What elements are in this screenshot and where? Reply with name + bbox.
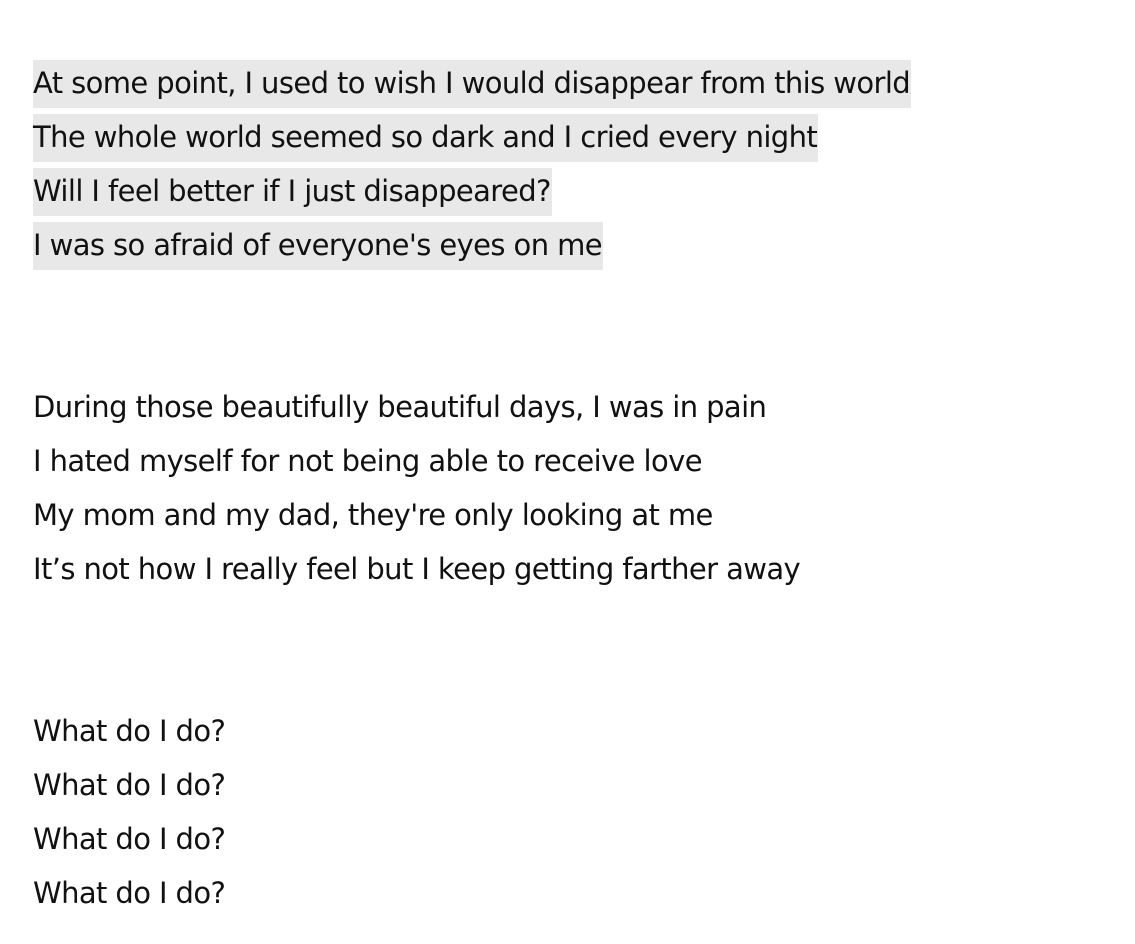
lyric-line-text: During those beautifully beautiful days,…	[33, 390, 767, 424]
lyric-line-text: I was so afraid of everyone's eyes on me	[33, 222, 603, 270]
lyric-line: My mom and my dad, they're only looking …	[33, 488, 1113, 542]
lyric-line: What do I do?	[33, 704, 1113, 758]
lyrics-document: At some point, I used to wish I would di…	[33, 56, 1113, 920]
lyric-line: During those beautifully beautiful days,…	[33, 380, 1113, 434]
lyric-line[interactable]: At some point, I used to wish I would di…	[33, 56, 1113, 110]
lyric-line: What do I do?	[33, 812, 1113, 866]
lyric-line[interactable]: Will I feel better if I just disappeared…	[33, 164, 1113, 218]
lyric-line-text: What do I do?	[33, 714, 226, 748]
lyric-line-text: I hated myself for not being able to rec…	[33, 444, 703, 478]
lyric-line-text: Will I feel better if I just disappeared…	[33, 168, 552, 216]
stanza-1: At some point, I used to wish I would di…	[33, 56, 1113, 272]
lyric-line-text: What do I do?	[33, 768, 226, 802]
lyric-line: I hated myself for not being able to rec…	[33, 434, 1113, 488]
lyric-line[interactable]: The whole world seemed so dark and I cri…	[33, 110, 1113, 164]
lyric-line-text: It’s not how I really feel but I keep ge…	[33, 552, 801, 586]
lyric-line[interactable]: I was so afraid of everyone's eyes on me	[33, 218, 1113, 272]
lyric-line-text: At some point, I used to wish I would di…	[33, 60, 912, 108]
lyric-line-text: My mom and my dad, they're only looking …	[33, 498, 713, 532]
lyric-line-text: The whole world seemed so dark and I cri…	[33, 114, 819, 162]
stanza-3: What do I do? What do I do? What do I do…	[33, 704, 1113, 920]
lyric-line-text: What do I do?	[33, 822, 226, 856]
lyric-line: What do I do?	[33, 758, 1113, 812]
stanza-2: During those beautifully beautiful days,…	[33, 380, 1113, 596]
lyric-line-text: What do I do?	[33, 876, 226, 910]
lyric-line: What do I do?	[33, 866, 1113, 920]
lyric-line: It’s not how I really feel but I keep ge…	[33, 542, 1113, 596]
